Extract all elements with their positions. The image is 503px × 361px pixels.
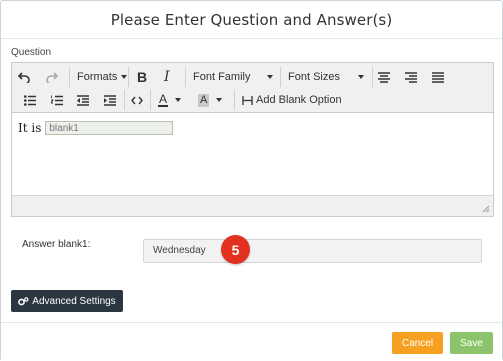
resize-grip-icon[interactable] <box>482 205 490 213</box>
align-right-button[interactable] <box>405 67 417 87</box>
redo-button[interactable] <box>46 67 64 87</box>
question-label: Question <box>11 47 52 58</box>
align-justify-button[interactable] <box>432 67 444 87</box>
align-center-icon <box>378 71 390 83</box>
source-code-button[interactable] <box>131 90 143 110</box>
chevron-down-icon <box>267 75 273 79</box>
redo-icon <box>46 72 58 83</box>
text-color-button[interactable]: A <box>158 90 182 110</box>
chevron-down-icon <box>121 75 128 79</box>
indent-button[interactable] <box>104 90 116 110</box>
formats-label: Formats <box>77 71 118 83</box>
outdent-icon <box>77 94 89 106</box>
toolbar-separator <box>372 67 373 87</box>
italic-button[interactable]: I <box>164 67 170 87</box>
undo-button[interactable] <box>18 67 36 87</box>
dialog-header: Please Enter Question and Answer(s) <box>1 1 502 39</box>
step-badge: 5 <box>221 235 250 264</box>
toolbar-separator <box>234 90 235 110</box>
editor-content[interactable]: It is blank1 <box>12 113 493 195</box>
chevron-down-icon <box>358 75 364 79</box>
numbered-list-button[interactable] <box>51 90 63 110</box>
dialog-footer: Cancel Save <box>1 322 502 361</box>
question-answer-dialog: Please Enter Question and Answer(s) Ques… <box>0 0 503 361</box>
editor-statusbar <box>12 195 493 216</box>
background-color-button[interactable]: A <box>198 90 223 110</box>
text-color-icon: A <box>158 91 169 107</box>
advanced-settings-button[interactable]: Advanced Settings <box>11 290 123 312</box>
outdent-button[interactable] <box>77 90 89 110</box>
toolbar-separator <box>69 67 70 87</box>
bullet-list-button[interactable] <box>24 90 36 110</box>
font-family-dropdown[interactable]: Font Family <box>193 67 273 87</box>
question-text: It is <box>18 121 42 135</box>
advanced-settings-label: Advanced Settings <box>32 295 116 307</box>
gears-icon <box>18 296 29 305</box>
blank-placeholder-field[interactable]: blank1 <box>45 121 174 135</box>
numbered-list-icon <box>51 95 63 105</box>
code-icon <box>131 96 143 104</box>
align-justify-icon <box>432 71 444 83</box>
align-right-icon <box>405 71 417 83</box>
dialog-title: Please Enter Question and Answer(s) <box>110 10 393 29</box>
toolbar-separator <box>185 67 186 87</box>
toolbar-separator <box>124 90 125 110</box>
formats-dropdown[interactable]: Formats <box>77 67 128 87</box>
background-color-icon: A <box>198 93 210 107</box>
font-sizes-dropdown[interactable]: Font Sizes <box>288 67 364 87</box>
chevron-down-icon <box>175 98 182 102</box>
undo-icon <box>18 72 30 83</box>
align-center-button[interactable] <box>378 67 390 87</box>
bullet-list-icon <box>24 94 36 106</box>
answer-label: Answer blank1: <box>22 239 91 250</box>
toolbar-separator <box>150 90 151 110</box>
answer-input[interactable]: Wednesday <box>143 239 482 263</box>
bold-button[interactable]: B <box>137 67 147 87</box>
save-button[interactable]: Save <box>450 332 493 354</box>
add-blank-option-label: Add Blank Option <box>256 94 342 106</box>
add-blank-option-button[interactable]: Add Blank Option <box>242 90 342 110</box>
font-family-label: Font Family <box>193 71 251 83</box>
toolbar-separator <box>280 67 281 87</box>
question-editor: Formats B I Font Family Font Sizes A A A… <box>11 62 494 217</box>
blank-option-icon <box>242 95 253 105</box>
toolbar-separator <box>128 67 129 87</box>
chevron-down-icon <box>216 98 223 102</box>
font-sizes-label: Font Sizes <box>288 71 340 83</box>
editor-toolbar: Formats B I Font Family Font Sizes A A A… <box>12 63 493 113</box>
indent-icon <box>104 94 116 106</box>
question-text-line: It is blank1 <box>18 121 174 135</box>
cancel-button[interactable]: Cancel <box>392 332 443 354</box>
